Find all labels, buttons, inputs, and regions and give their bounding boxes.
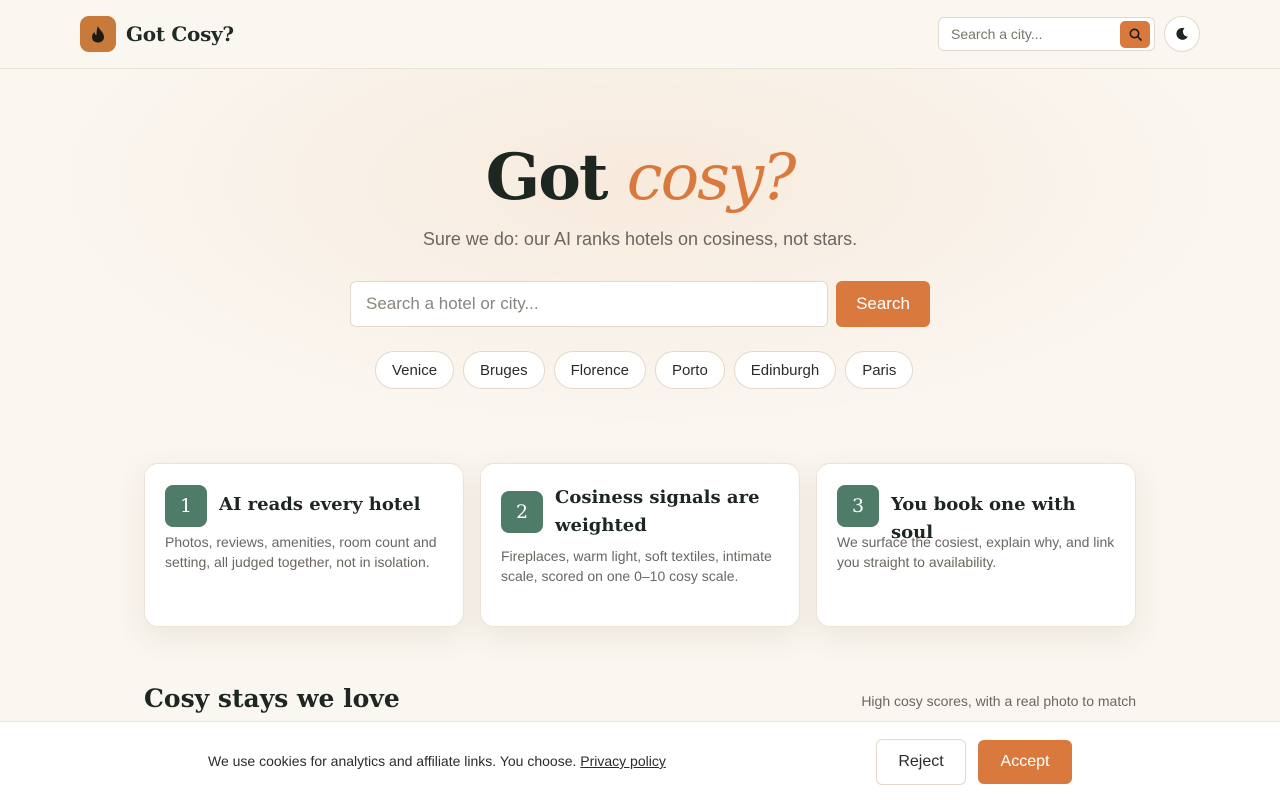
- search-icon: [1129, 28, 1142, 41]
- reject-cookies-button[interactable]: Reject: [876, 739, 966, 785]
- hero-title-accent: cosy?: [626, 141, 797, 215]
- section-title: Cosy stays we love: [144, 684, 400, 713]
- step-card-3: 3 You book one with soul We surface the …: [816, 463, 1136, 627]
- city-chip-florence[interactable]: Florence: [553, 351, 646, 389]
- hotel-search-input[interactable]: [350, 281, 828, 327]
- step-number: 2: [501, 491, 543, 533]
- city-chip-paris[interactable]: Paris: [845, 351, 914, 389]
- hero-title: Got cosy?: [0, 140, 1280, 215]
- cookie-text: We use cookies for analytics and affilia…: [208, 753, 577, 769]
- step-description: We surface the cosiest, explain why, and…: [837, 534, 1115, 570]
- step-title: AI reads every hotel: [219, 494, 421, 515]
- header-search: [938, 17, 1155, 51]
- accept-cookies-button[interactable]: Accept: [978, 740, 1072, 784]
- step-description: Photos, reviews, amenities, room count a…: [165, 534, 437, 570]
- site-header: Got Cosy?: [0, 0, 1280, 69]
- step-number: 1: [165, 485, 207, 527]
- step-title: Cosiness signals are weighted: [555, 487, 760, 536]
- theme-toggle-button[interactable]: [1164, 16, 1200, 52]
- privacy-policy-link[interactable]: Privacy policy: [580, 753, 666, 769]
- section-subtitle: High cosy scores, with a real photo to m…: [861, 693, 1136, 709]
- cookie-message: We use cookies for analytics and affilia…: [208, 753, 666, 769]
- hero-subtitle: Sure we do: our AI ranks hotels on cosin…: [422, 229, 858, 249]
- city-chip-venice[interactable]: Venice: [375, 351, 455, 389]
- cookie-banner: We use cookies for analytics and affilia…: [0, 721, 1280, 800]
- city-chip-porto[interactable]: Porto: [654, 351, 725, 389]
- step-card-2: 2 Cosiness signals are weighted Fireplac…: [480, 463, 800, 627]
- city-chips: Venice Bruges Florence Porto Edinburgh P…: [375, 351, 914, 389]
- hero-background: [0, 69, 1280, 449]
- hero-title-main: Got: [485, 140, 609, 215]
- step-number: 3: [837, 485, 879, 527]
- step-description: Fireplaces, warm light, soft textiles, i…: [501, 548, 772, 584]
- search-button[interactable]: Search: [836, 281, 930, 327]
- flame-icon: [80, 16, 116, 52]
- header-search-button[interactable]: [1120, 21, 1150, 48]
- moon-icon: [1176, 27, 1188, 40]
- step-card-1: 1 AI reads every hotel Photos, reviews, …: [144, 463, 464, 627]
- brand-logo[interactable]: Got Cosy?: [80, 16, 234, 52]
- city-chip-edinburgh[interactable]: Edinburgh: [733, 351, 837, 389]
- brand-name: Got Cosy?: [126, 22, 234, 46]
- header-search-input[interactable]: [939, 18, 1119, 50]
- city-chip-bruges[interactable]: Bruges: [463, 351, 545, 389]
